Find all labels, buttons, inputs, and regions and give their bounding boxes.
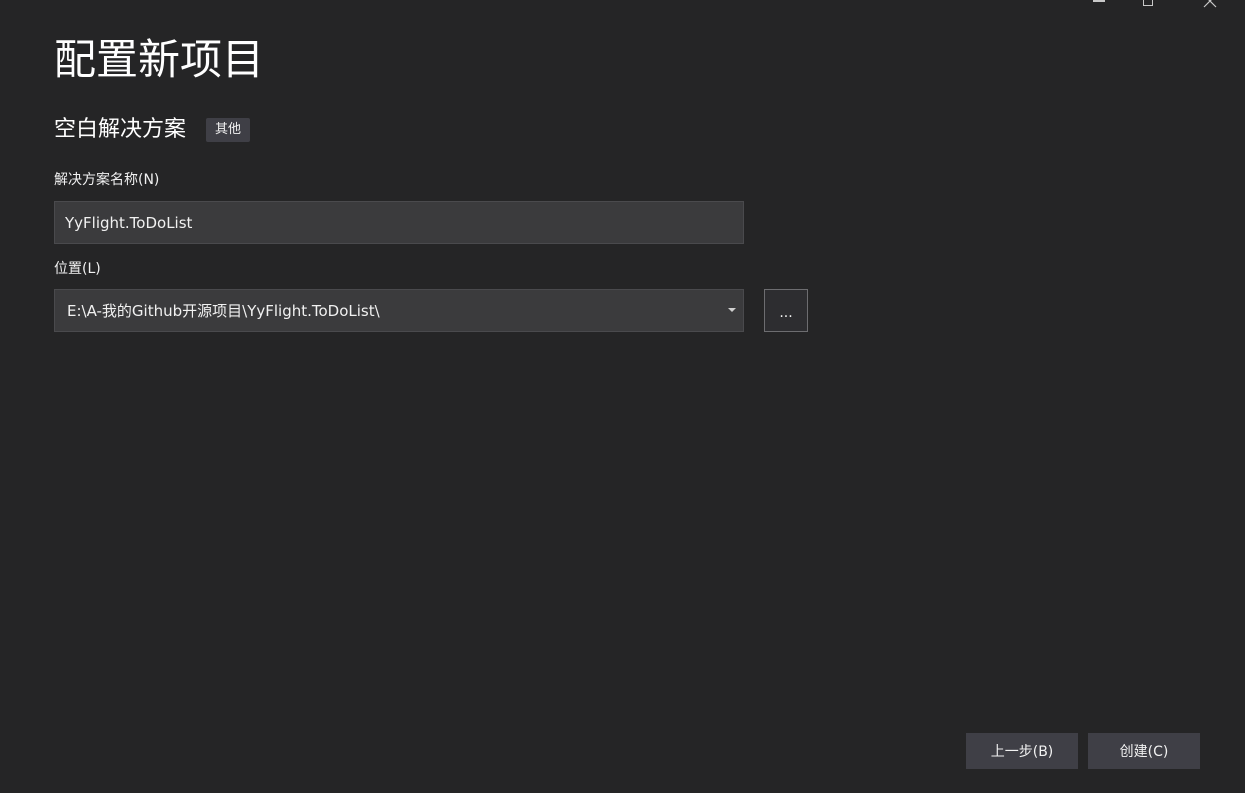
template-tag-badge: 其他 bbox=[206, 118, 251, 142]
maximize-icon[interactable] bbox=[1133, 0, 1163, 14]
minimize-icon[interactable] bbox=[1085, 0, 1115, 14]
solution-name-input[interactable] bbox=[54, 201, 744, 244]
create-button[interactable]: 创建(C) bbox=[1088, 733, 1200, 769]
location-combobox[interactable]: E:\A-我的Github开源项目\YyFlight.ToDoList\ bbox=[54, 289, 744, 332]
close-icon[interactable] bbox=[1197, 0, 1227, 14]
page-title: 配置新项目 bbox=[54, 35, 265, 84]
template-header: 空白解决方案 其他 bbox=[54, 114, 251, 146]
back-button[interactable]: 上一步(B) bbox=[966, 733, 1078, 769]
location-label: 位置(L) bbox=[54, 261, 101, 277]
template-name: 空白解决方案 bbox=[54, 117, 187, 142]
window-controls bbox=[1085, 0, 1245, 14]
dropdown-arrow-icon[interactable] bbox=[721, 290, 743, 331]
solution-name-label: 解决方案名称(N) bbox=[54, 172, 160, 188]
browse-button[interactable]: ... bbox=[764, 289, 808, 332]
location-value: E:\A-我的Github开源项目\YyFlight.ToDoList\ bbox=[67, 302, 380, 320]
